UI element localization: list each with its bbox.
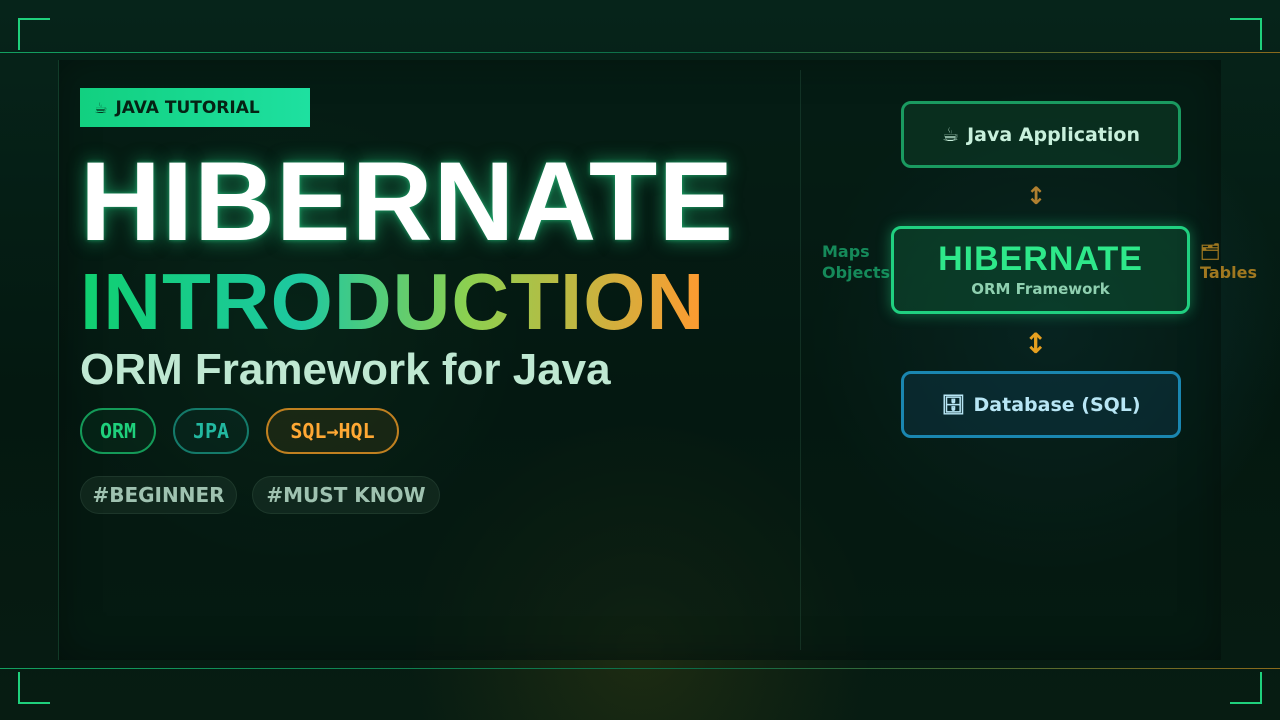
- coffee-icon: ☕: [942, 123, 960, 146]
- tag-beginner: #BEGINNER: [80, 476, 237, 514]
- category-badge: ☕ JAVA TUTORIAL: [80, 88, 310, 127]
- updown-arrow-icon: ↕: [1026, 182, 1047, 210]
- tagline: ORM Framework for Java: [80, 345, 611, 394]
- tables-note: 🗂 Tables: [1200, 241, 1257, 283]
- category-badge-label: JAVA TUTORIAL: [115, 97, 260, 118]
- frame-bottom-line: [0, 668, 1280, 669]
- diagram-java-application-box: ☕ Java Application: [901, 101, 1181, 168]
- maps-objects-note-line-1: Maps: [822, 242, 870, 261]
- table-icon: 🗂: [1200, 242, 1221, 261]
- frame-top-line: [0, 52, 1280, 53]
- updown-arrow-icon: ↕: [1024, 327, 1048, 360]
- maps-objects-note-line-2: Objects: [822, 263, 891, 282]
- coffee-icon: ☕: [94, 98, 108, 117]
- diagram-hibernate-title: HIBERNATE: [938, 240, 1143, 279]
- database-icon: 🗄: [941, 394, 966, 416]
- corner-bracket-top-right: [1230, 18, 1262, 50]
- corner-bracket-bottom-left: [18, 672, 50, 704]
- main-title: HIBERNATE: [80, 139, 735, 264]
- maps-objects-note: Maps Objects: [822, 241, 890, 283]
- main-subtitle: INTRODUCTION: [80, 257, 706, 346]
- diagram-hibernate-subtitle: ORM Framework: [971, 279, 1110, 298]
- diagram-hibernate-box: HIBERNATE ORM Framework: [891, 226, 1190, 314]
- chip-sql-hql: SQL→HQL: [266, 408, 399, 454]
- tables-note-label: Tables: [1200, 263, 1257, 282]
- diagram-database-box: 🗄 Database (SQL): [901, 371, 1181, 438]
- tag-must-know: #MUST KNOW: [252, 476, 440, 514]
- diagram-java-application-label: Java Application: [967, 123, 1140, 146]
- chip-jpa: JPA: [173, 408, 249, 454]
- chip-orm: ORM: [80, 408, 156, 454]
- corner-bracket-top-left: [18, 18, 50, 50]
- corner-bracket-bottom-right: [1230, 672, 1262, 704]
- diagram-database-label: Database (SQL): [973, 394, 1141, 416]
- panel-divider: [800, 70, 801, 650]
